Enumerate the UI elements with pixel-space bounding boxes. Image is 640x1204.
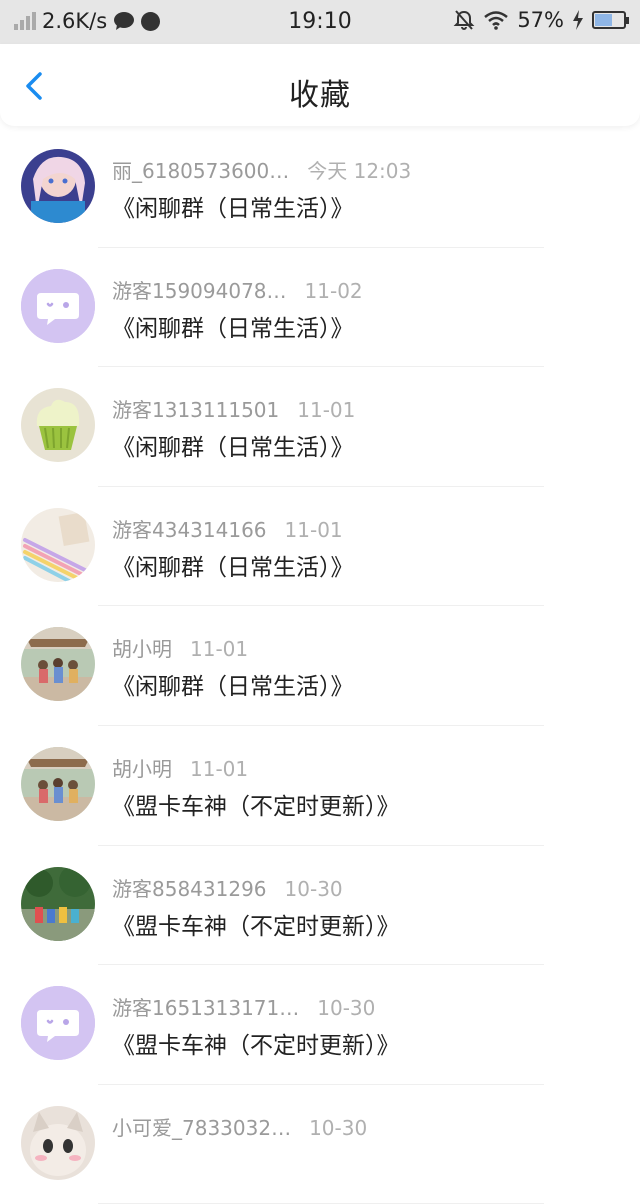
- favorite-item[interactable]: 游客434314166 11-01 《闲聊群（日常生活）》: [0, 487, 640, 607]
- guest-chat-icon: [21, 986, 95, 1061]
- avatar[interactable]: [21, 149, 95, 223]
- avatar-image: [21, 866, 95, 941]
- timestamp: 11-01: [190, 637, 249, 662]
- nav-bar: 收藏: [0, 44, 640, 126]
- sender-name: 小可爱_7833032…: [112, 1115, 292, 1140]
- page-title: 收藏: [289, 78, 351, 113]
- avatar[interactable]: [21, 1105, 95, 1180]
- favorite-item[interactable]: 游客159094078… 11-02 《闲聊群（日常生活）》: [0, 248, 640, 368]
- timestamp: 11-01: [297, 398, 356, 423]
- avatar[interactable]: [21, 746, 95, 821]
- charging-icon: [573, 10, 583, 30]
- sender-line: 游客434314166 11-01: [112, 514, 343, 543]
- avatar-image: [21, 1105, 95, 1180]
- avatar[interactable]: [21, 388, 95, 463]
- message-text: 《盟卡车神（不定时更新）》: [112, 1033, 400, 1060]
- favorite-item[interactable]: 游客1651313171… 10-30 《盟卡车神（不定时更新）》: [0, 965, 640, 1085]
- mute-bell-icon: [453, 10, 475, 30]
- avatar[interactable]: [21, 986, 95, 1061]
- sender-name: 丽_6180573600…: [112, 159, 290, 183]
- avatar[interactable]: [21, 866, 95, 941]
- favorites-list: 丽_6180573600… 今天 12:03 《闲聊群（日常生活）》 游客159094…: [0, 128, 640, 1204]
- avatar-image: [21, 149, 95, 223]
- sender-name: 游客1313111501: [112, 398, 280, 423]
- timestamp: 11-01: [284, 517, 343, 542]
- sender-line: 游客1651313171… 10-30: [112, 992, 375, 1021]
- sender-line: 胡小明 11-01: [112, 753, 248, 782]
- sender-line: 胡小明 11-01: [112, 633, 248, 662]
- message-text: 《闲聊群（日常生活）》: [112, 674, 354, 701]
- favorite-item[interactable]: 胡小明 11-01 《盟卡车神（不定时更新）》: [0, 726, 640, 846]
- sender-name: 游客1651313171…: [112, 996, 300, 1021]
- favorite-item[interactable]: 小可爱_7833032… 10-30: [0, 1085, 640, 1204]
- sender-name: 游客858431296: [112, 876, 267, 901]
- timestamp: 11-01: [190, 756, 249, 781]
- sender-line: 丽_6180573600… 今天 12:03: [112, 155, 411, 184]
- battery-icon: [592, 11, 629, 29]
- timestamp: 今天 12:03: [307, 159, 412, 183]
- avatar[interactable]: [21, 627, 95, 702]
- message-text: 《盟卡车神（不定时更新）》: [112, 793, 400, 820]
- timestamp: 10-30: [309, 1115, 368, 1140]
- favorite-item[interactable]: 胡小明 11-01 《闲聊群（日常生活）》: [0, 606, 640, 726]
- avatar-image: [21, 746, 95, 821]
- message-text: 《闲聊群（日常生活）》: [112, 315, 354, 342]
- avatar-image: [21, 627, 95, 702]
- sender-line: 游客858431296 10-30: [112, 873, 343, 902]
- avatar[interactable]: [21, 507, 95, 582]
- guest-chat-icon: [21, 268, 95, 343]
- timestamp: 10-30: [317, 996, 376, 1021]
- sender-name: 胡小明: [112, 637, 172, 662]
- sender-line: 小可爱_7833032… 10-30: [112, 1112, 367, 1141]
- avatar-image: [21, 388, 95, 463]
- sender-name: 胡小明: [112, 756, 172, 781]
- message-text: 《盟卡车神（不定时更新）》: [112, 913, 400, 940]
- avatar[interactable]: [21, 268, 95, 343]
- favorite-item[interactable]: 游客1313111501 11-01 《闲聊群（日常生活）》: [0, 367, 640, 487]
- timestamp: 11-02: [304, 278, 363, 303]
- favorite-item[interactable]: 游客858431296 10-30 《盟卡车神（不定时更新）》: [0, 846, 640, 966]
- message-text: 《闲聊群（日常生活）》: [112, 554, 354, 581]
- status-bar: 2.6K/s 19:10 57%: [0, 0, 640, 44]
- message-text: 《闲聊群（日常生活）》: [112, 196, 354, 222]
- status-right: 57%: [453, 8, 629, 32]
- message-text: 《闲聊群（日常生活）》: [112, 435, 354, 462]
- timestamp: 10-30: [284, 876, 343, 901]
- battery-percent: 57%: [517, 8, 564, 32]
- sender-name: 游客159094078…: [112, 278, 287, 303]
- avatar-image: [21, 507, 95, 582]
- sender-name: 游客434314166: [112, 517, 267, 542]
- sender-line: 游客159094078… 11-02: [112, 275, 363, 304]
- sender-line: 游客1313111501 11-01: [112, 394, 355, 423]
- wifi-icon: [484, 11, 509, 30]
- favorite-item[interactable]: 丽_6180573600… 今天 12:03 《闲聊群（日常生活）》: [0, 128, 640, 248]
